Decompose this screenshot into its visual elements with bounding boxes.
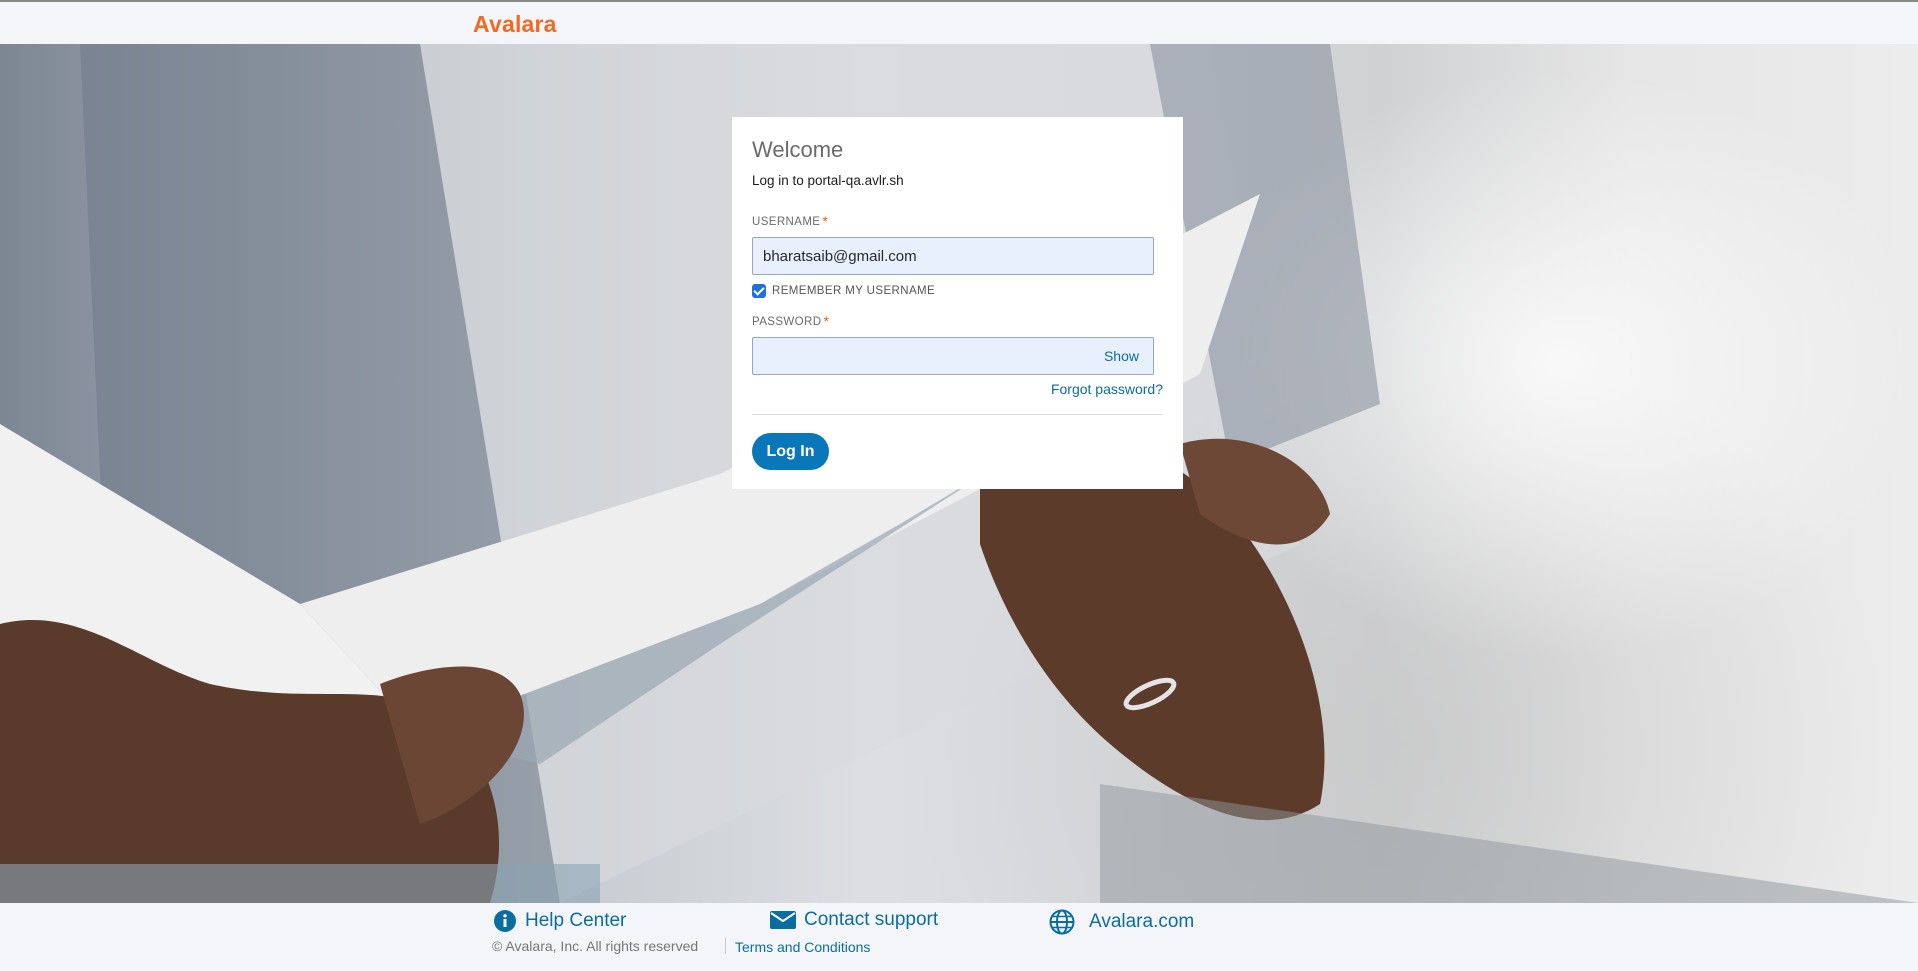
required-marker: * (822, 213, 829, 229)
required-marker: * (823, 313, 830, 329)
help-center-link[interactable]: Help Center (493, 909, 626, 933)
password-label: PASSWORD * (752, 312, 830, 329)
show-password-button[interactable]: Show (1104, 348, 1139, 364)
background-photo: Welcome Log in to portal-qa.avlr.sh USER… (0, 44, 1918, 903)
copyright-text: © Avalara, Inc. All rights reserved (492, 938, 699, 954)
terms-link[interactable]: Terms and Conditions (735, 939, 870, 955)
footer: Help Center Contact support Avalara.com … (0, 903, 1918, 971)
username-field[interactable]: bharatsaib@gmail.com (752, 237, 1154, 275)
password-label-text: PASSWORD (752, 316, 822, 328)
remember-checkbox[interactable] (752, 284, 766, 298)
remember-label: REMEMBER MY USERNAME (772, 285, 936, 297)
avalara-logo: Avalara (473, 11, 557, 38)
forgot-password-link[interactable]: Forgot password? (1051, 381, 1163, 397)
avalara-site-label: Avalara.com (1089, 911, 1195, 932)
avalara-site-link[interactable]: Avalara.com (1049, 909, 1194, 935)
login-subtitle: Log in to portal-qa.avlr.sh (752, 173, 904, 188)
welcome-title: Welcome (752, 137, 844, 162)
envelope-icon (770, 911, 796, 929)
username-label: USERNAME * (752, 212, 829, 229)
header: Avalara (0, 2, 1918, 44)
help-center-label: Help Center (525, 910, 627, 931)
divider (752, 414, 1163, 415)
brand-name: Avalara (473, 11, 557, 37)
remember-username[interactable]: REMEMBER MY USERNAME (752, 284, 935, 298)
username-label-text: USERNAME (752, 216, 821, 228)
globe-icon (1049, 909, 1075, 935)
login-card: Welcome Log in to portal-qa.avlr.sh USER… (732, 117, 1183, 489)
password-field[interactable]: Show (752, 337, 1154, 375)
footer-separator (725, 938, 726, 954)
username-value: bharatsaib@gmail.com (763, 248, 917, 265)
contact-support-link[interactable]: Contact support (770, 909, 938, 931)
login-button[interactable]: Log In (752, 433, 829, 470)
contact-support-label: Contact support (804, 909, 939, 930)
info-icon (494, 910, 516, 932)
